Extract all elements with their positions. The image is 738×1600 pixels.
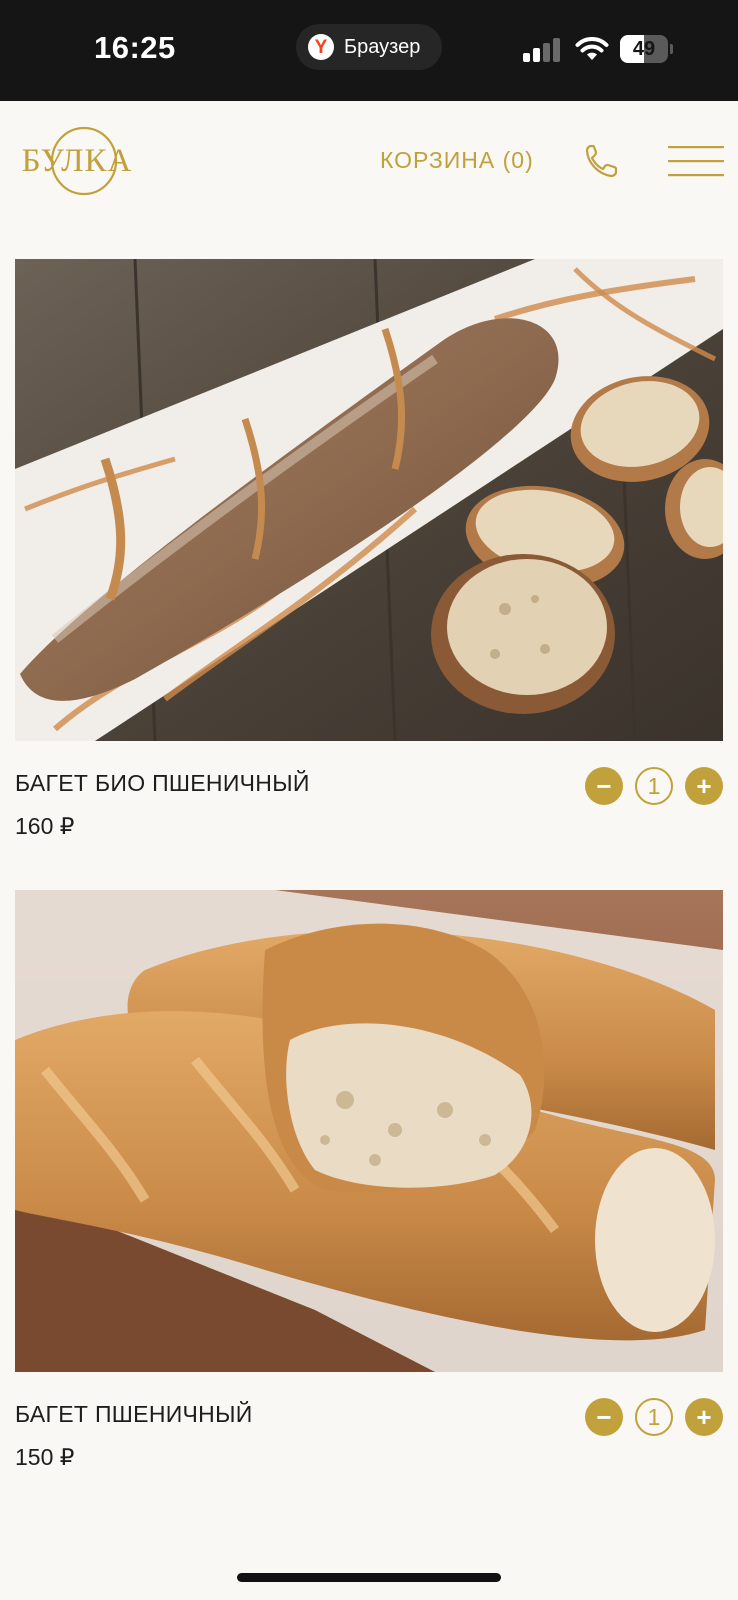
phone-icon[interactable] (584, 143, 618, 179)
wifi-icon (575, 37, 609, 60)
browser-label: Браузер (344, 35, 421, 58)
product-card: БАГЕТ БИО ПШЕНИЧНЫЙ 160 ₽ − 1 + (15, 259, 723, 849)
baguette-bio-photo[interactable] (15, 259, 723, 741)
battery-indicator: 49 (620, 35, 673, 63)
battery-level: 49 (632, 38, 656, 60)
product-title: БАГЕТ ПШЕНИЧНЫЙ (15, 1401, 253, 1427)
product-image-art (15, 259, 723, 741)
quantity-increase-button[interactable]: + (685, 1398, 723, 1436)
logo-text: БУЛКА (21, 143, 133, 179)
quantity-decrease-button[interactable]: − (585, 1398, 623, 1436)
quantity-increase-button[interactable]: + (685, 767, 723, 805)
status-bar: 16:25 Y Браузер 49 (0, 0, 738, 101)
cellular-signal-icon (523, 38, 560, 62)
status-time: 16:25 (94, 30, 176, 65)
product-card: БАГЕТ ПШЕНИЧНЫЙ 150 ₽ − 1 + (15, 890, 723, 1480)
product-price: 150 ₽ (15, 1444, 75, 1470)
product-title: БАГЕТ БИО ПШЕНИЧНЫЙ (15, 770, 310, 796)
baguette-wheat-photo[interactable] (15, 890, 723, 1372)
site-logo[interactable]: БУЛКА (14, 125, 140, 199)
battery-cap (670, 44, 673, 54)
quantity-value: 1 (635, 1398, 673, 1436)
product-image-art (15, 890, 723, 1372)
site-header: БУЛКА КОРЗИНА (0) (0, 101, 738, 223)
browser-logo-letter: Y (314, 36, 328, 58)
cart-link[interactable]: КОРЗИНА (0) (380, 147, 534, 174)
home-indicator (237, 1573, 501, 1582)
yandex-browser-icon: Y (308, 34, 334, 60)
product-price: 160 ₽ (15, 813, 75, 839)
hamburger-menu-icon[interactable] (668, 145, 724, 177)
browser-pill[interactable]: Y Браузер (296, 24, 442, 70)
quantity-decrease-button[interactable]: − (585, 767, 623, 805)
quantity-value: 1 (635, 767, 673, 805)
